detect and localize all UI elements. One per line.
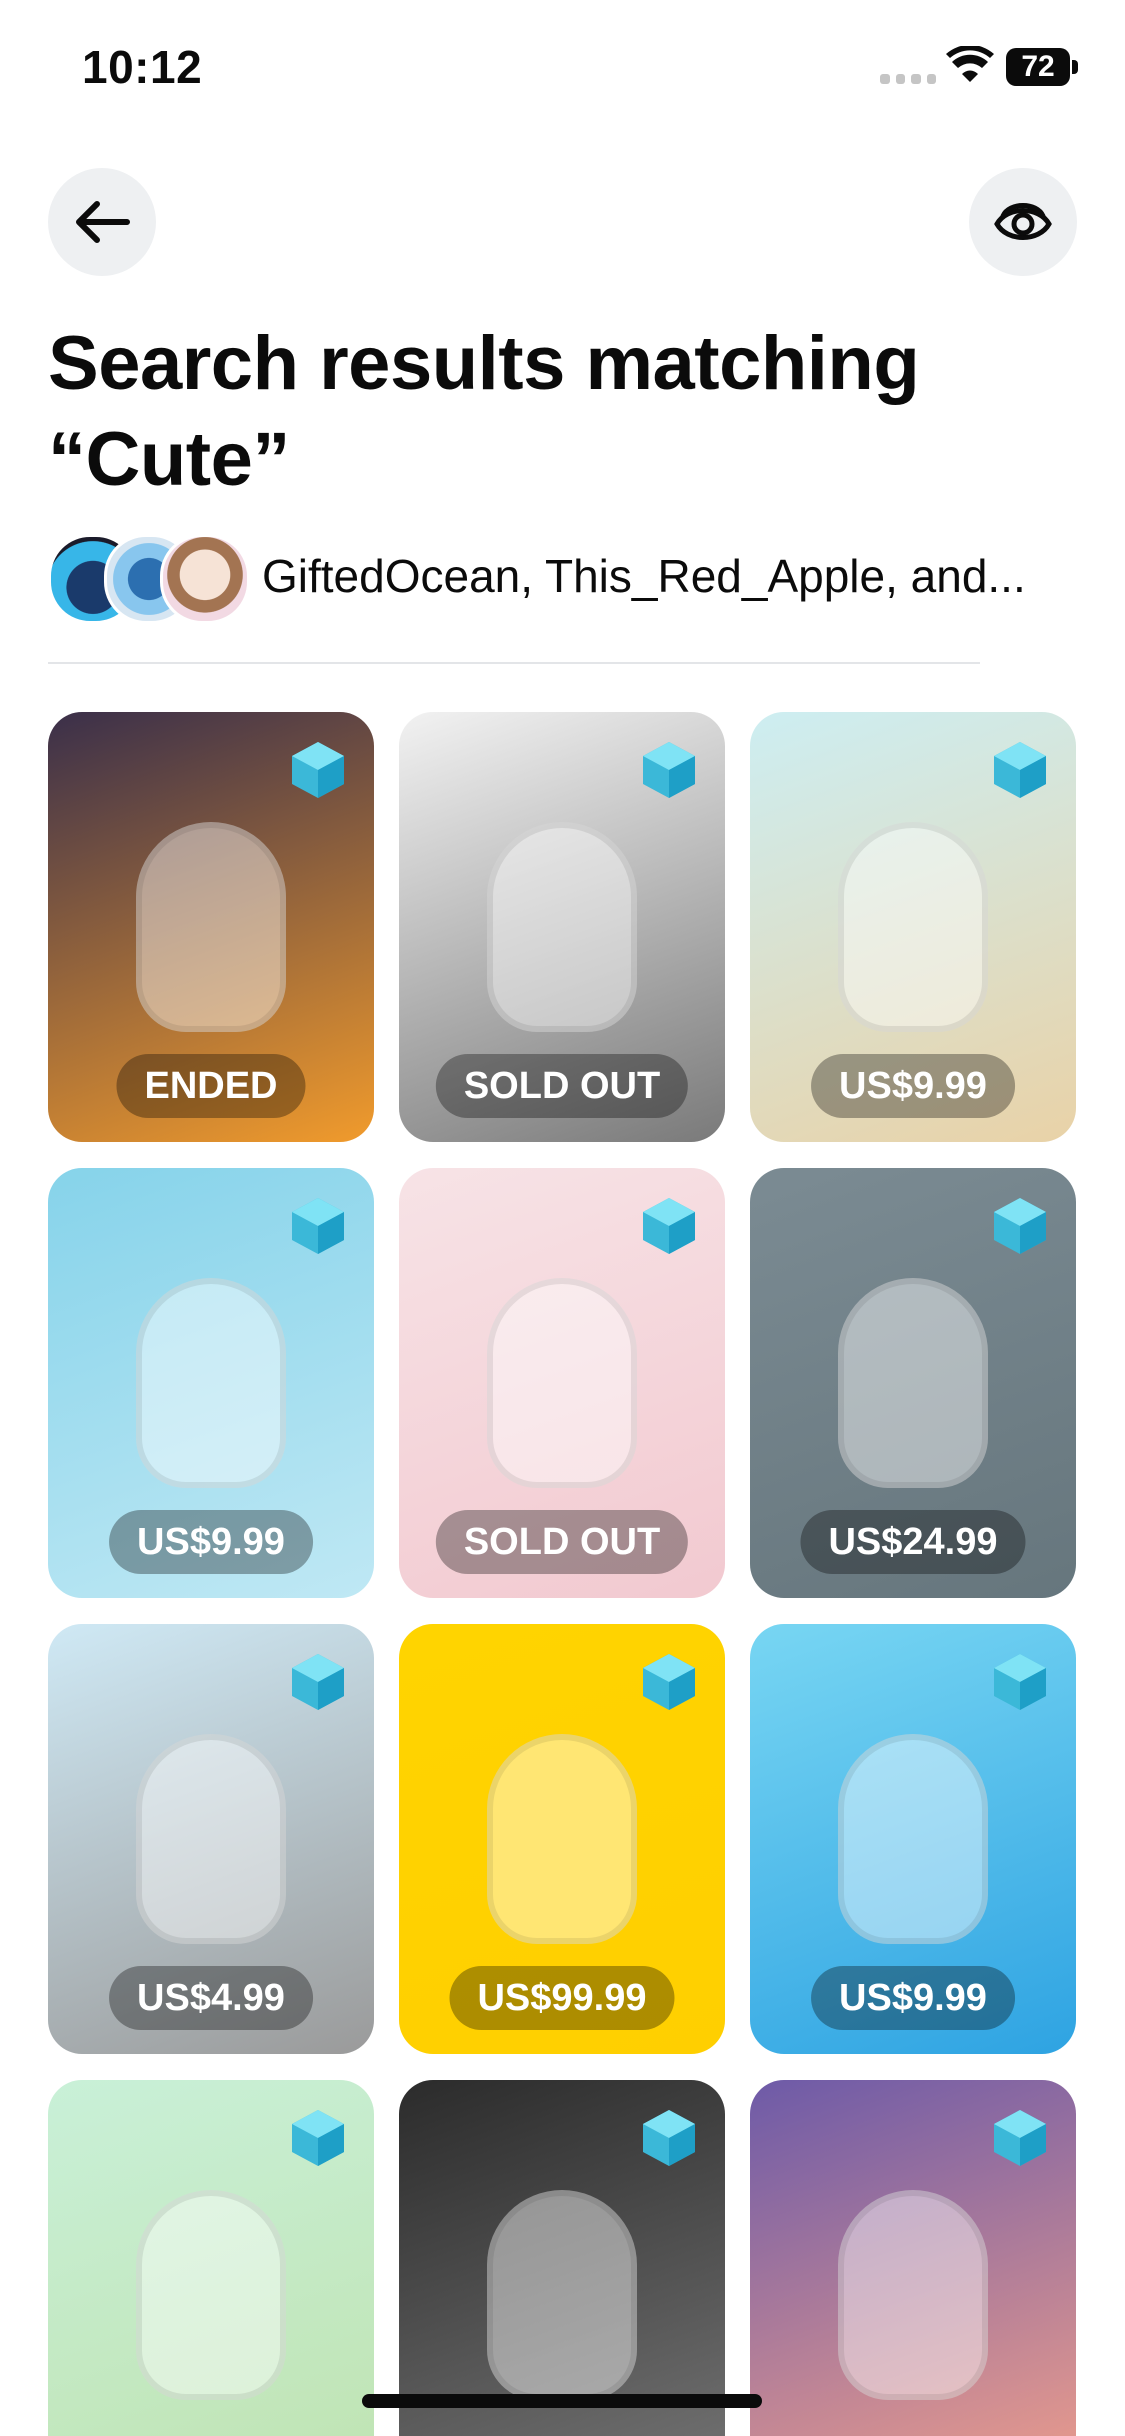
visibility-toggle-button[interactable] (969, 168, 1077, 276)
cellular-signal-icon (880, 72, 936, 86)
price-label: US$9.99 (811, 1966, 1015, 2030)
price-label: US$9.99 (109, 1510, 313, 1574)
result-card[interactable]: US$99.99 (399, 1624, 725, 2054)
result-card[interactable]: US$9.99 (750, 712, 1076, 1142)
result-card[interactable]: US$24.99 (750, 1168, 1076, 1598)
character-illustration (838, 822, 988, 1032)
character-illustration (136, 822, 286, 1032)
result-card[interactable]: SOLD OUT (399, 1168, 725, 1598)
character-illustration (136, 1278, 286, 1488)
collectible-badge-icon (292, 1198, 344, 1254)
character-illustration (136, 2190, 286, 2400)
avatar (160, 534, 250, 624)
price-label: US$99.99 (449, 1966, 675, 2030)
collectible-badge-icon (643, 742, 695, 798)
back-button[interactable] (48, 168, 156, 276)
price-label: SOLD OUT (435, 1054, 689, 1118)
screen: 10:12 72 Search results matching “Cute” (0, 0, 1125, 2436)
eye-icon (994, 203, 1052, 240)
home-indicator[interactable] (362, 2394, 762, 2408)
collectible-badge-icon (643, 2110, 695, 2166)
divider (48, 662, 980, 664)
result-card[interactable] (48, 2080, 374, 2436)
collectible-badge-icon (994, 2110, 1046, 2166)
collectible-badge-icon (292, 742, 344, 798)
result-card[interactable]: US$9.99 (750, 1624, 1076, 2054)
creator-avatars (48, 528, 250, 624)
battery-icon: 72 (1006, 48, 1080, 86)
character-illustration (838, 2190, 988, 2400)
result-card[interactable] (399, 2080, 725, 2436)
collectible-badge-icon (994, 1198, 1046, 1254)
status-bar: 10:12 72 (0, 0, 1125, 135)
character-illustration (487, 2190, 637, 2400)
character-illustration (487, 822, 637, 1032)
price-label: US$24.99 (800, 1510, 1026, 1574)
collectible-badge-icon (643, 1654, 695, 1710)
price-label: SOLD OUT (435, 1510, 689, 1574)
price-label: US$9.99 (811, 1054, 1015, 1118)
collectible-badge-icon (643, 1198, 695, 1254)
character-illustration (487, 1734, 637, 1944)
collectible-badge-icon (994, 1654, 1046, 1710)
character-illustration (838, 1278, 988, 1488)
status-time: 10:12 (82, 41, 203, 93)
page-title: Search results matching “Cute” (48, 321, 920, 502)
creators-text: GiftedOcean, This_Red_Apple, and... (262, 550, 1026, 602)
result-card[interactable]: US$9.99 (48, 1168, 374, 1598)
price-label: US$4.99 (109, 1966, 313, 2030)
creators-row[interactable]: GiftedOcean, This_Red_Apple, and... (48, 528, 1026, 624)
result-card[interactable]: US$4.99 (48, 1624, 374, 2054)
result-card[interactable]: SOLD OUT (399, 712, 725, 1142)
price-label: ENDED (116, 1054, 306, 1118)
battery-level: 72 (1021, 50, 1055, 83)
character-illustration (136, 1734, 286, 1944)
arrow-left-icon (76, 201, 130, 243)
character-illustration (487, 1278, 637, 1488)
result-card[interactable] (750, 2080, 1076, 2436)
wifi-icon (946, 46, 994, 82)
collectible-badge-icon (292, 2110, 344, 2166)
collectible-badge-icon (994, 742, 1046, 798)
collectible-badge-icon (292, 1654, 344, 1710)
result-card[interactable]: ENDED (48, 712, 374, 1142)
character-illustration (838, 1734, 988, 1944)
